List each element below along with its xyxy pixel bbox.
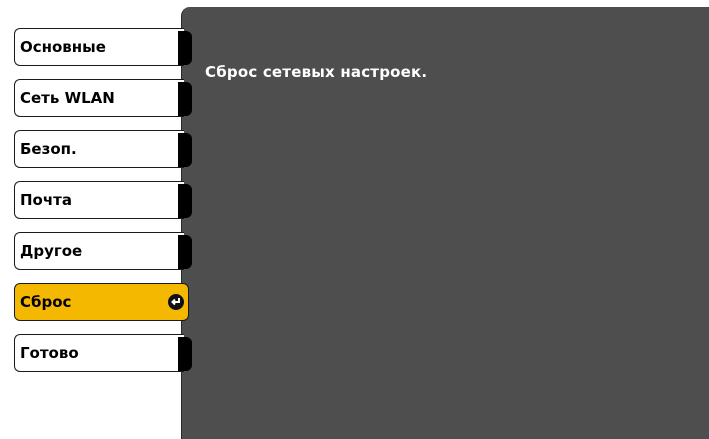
tab-done[interactable]: Готово — [14, 334, 192, 372]
tab-label: Основные — [20, 38, 106, 56]
tab-reset[interactable]: Сброс — [14, 283, 189, 321]
enter-icon — [168, 294, 184, 310]
tab-other[interactable]: Другое — [14, 232, 192, 270]
tab-label: Готово — [20, 344, 79, 362]
tab-wlan[interactable]: Сеть WLAN — [14, 79, 192, 117]
tab-security[interactable]: Безоп. — [14, 130, 192, 168]
tab-label: Сеть WLAN — [20, 89, 115, 107]
tab-basic[interactable]: Основные — [14, 28, 192, 66]
tab-label: Сброс — [20, 293, 72, 311]
reset-network-settings-text: Сброс сетевых настроек. — [205, 63, 428, 81]
tab-label: Другое — [20, 242, 83, 260]
content-panel: Сброс сетевых настроек. — [181, 7, 709, 439]
tab-label: Безоп. — [20, 140, 77, 158]
tab-label: Почта — [20, 191, 72, 209]
tab-mail[interactable]: Почта — [14, 181, 192, 219]
